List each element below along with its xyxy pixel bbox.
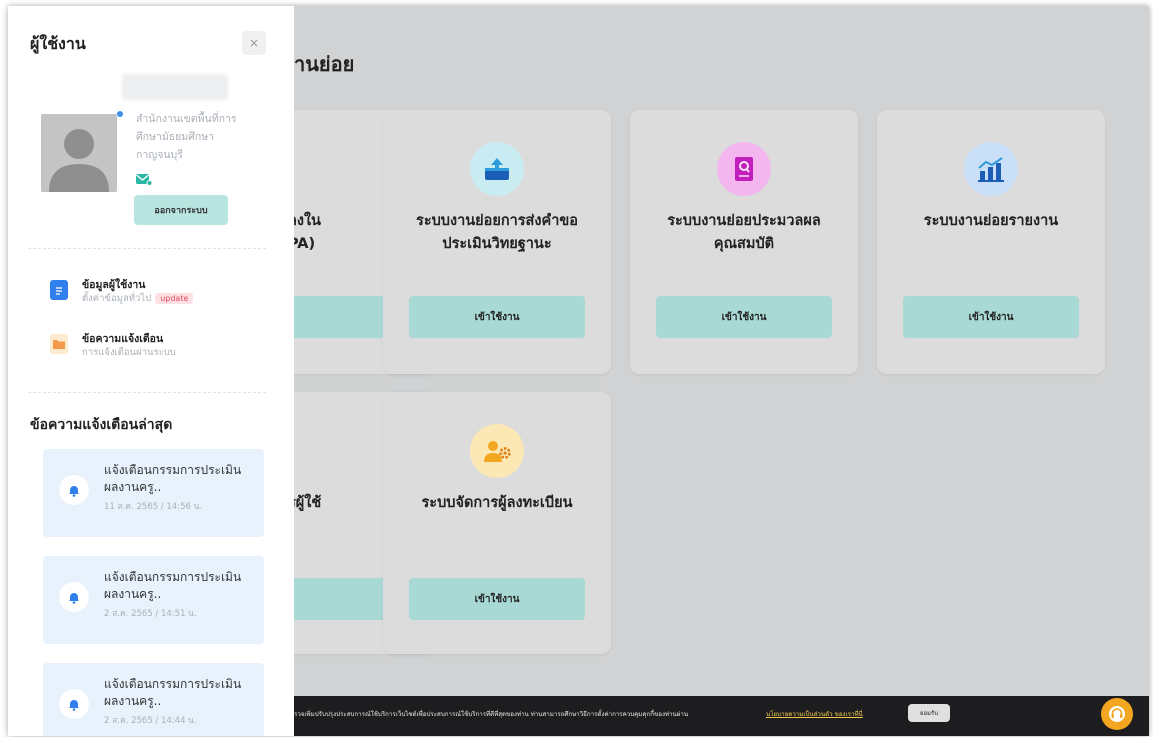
close-icon[interactable]: × bbox=[242, 31, 266, 55]
latest-notifications-title: ข้อความแจ้งเตือนล่าสุด bbox=[30, 417, 173, 433]
notification-line1: แจ้งเตือนกรรมการประเมิน bbox=[104, 463, 242, 477]
accept-cookies-button[interactable]: ยอมรับ bbox=[908, 704, 950, 722]
user-name-blurred bbox=[122, 74, 228, 100]
avatar bbox=[41, 114, 117, 192]
organization-name: สำนักงานเขตพื้นที่การ ศึกษามัธยมศึกษา กา… bbox=[136, 110, 254, 164]
user-gear-icon bbox=[470, 424, 524, 478]
notification-date: 2 ส.ค. 2565 / 14:44 น. bbox=[104, 716, 197, 726]
module-card-registrant: ระบบจัดการผู้ลงทะเบียน เข้าใช้งาน bbox=[383, 392, 611, 654]
notification-text: แจ้งเตือนกรรมการประเมิน ผลงานครู.. bbox=[104, 462, 254, 496]
divider bbox=[28, 392, 266, 393]
notification-line1: แจ้งเตือนกรรมการประเมิน bbox=[104, 677, 242, 691]
online-status-dot bbox=[117, 111, 123, 117]
card-title: ระบบงานย่อยการส่งคำขอ ประเมินวิทยฐานะ bbox=[391, 210, 603, 256]
bell-icon bbox=[59, 582, 89, 612]
card-title-line1: ระบบจัดการผู้ลงทะเบียน bbox=[421, 495, 573, 511]
bell-icon bbox=[59, 475, 89, 505]
page-title: านย่อย bbox=[294, 52, 355, 76]
notification-item[interactable]: แจ้งเตือนกรรมการประเมิน ผลงานครู.. 2 ส.ค… bbox=[43, 556, 264, 644]
module-card-qualification: ระบบงานย่อยประมวลผล คุณสมบัติ เข้าใช้งาน bbox=[630, 110, 858, 374]
notification-date: 2 ส.ค. 2565 / 14:51 น. bbox=[104, 609, 197, 619]
document-icon bbox=[50, 280, 68, 300]
user-side-panel: ผู้ใช้งาน × สำนักงานเขตพื้นที่การ ศึกษาม… bbox=[8, 6, 294, 736]
card-title: ระบบงานย่อยประมวลผล คุณสมบัติ bbox=[638, 210, 850, 256]
notification-line2: ผลงานครู.. bbox=[104, 587, 162, 601]
card-title-line1: ระบบงานย่อยรายงาน bbox=[923, 213, 1059, 229]
headset-icon bbox=[1109, 706, 1125, 722]
card-title: ระบบงานย่อยรายงาน bbox=[885, 210, 1097, 233]
update-badge: update bbox=[155, 293, 194, 304]
org-line2: ศึกษามัธยมศึกษา bbox=[136, 131, 215, 143]
notification-item[interactable]: แจ้งเตือนกรรมการประเมิน ผลงานครู.. 2 ส.ค… bbox=[43, 663, 264, 736]
folder-icon bbox=[50, 334, 68, 354]
module-card-submit-request: ระบบงานย่อยการส่งคำขอ ประเมินวิทยฐานะ เข… bbox=[383, 110, 611, 374]
card-title-line1: ระบบงานย่อยประมวลผล bbox=[667, 213, 821, 229]
notification-line2: ผลงานครู.. bbox=[104, 480, 162, 494]
notification-date: 11 ส.ค. 2565 / 14:56 น. bbox=[104, 502, 203, 512]
mail-icon[interactable] bbox=[136, 171, 153, 190]
enter-button[interactable]: เข้าใช้งาน bbox=[409, 296, 585, 338]
privacy-policy-link[interactable]: นโยบายความเป็นส่วนตัว ของเราที่นี่ bbox=[766, 709, 863, 719]
document-search-icon bbox=[717, 142, 771, 196]
card-title: ระบบจัดการผู้ลงทะเบียน bbox=[391, 492, 603, 515]
report-chart-icon bbox=[964, 142, 1018, 196]
card-title-line2: คุณสมบัติ bbox=[713, 236, 775, 252]
menu-item-subtitle: การแจ้งเตือนผ่านระบบ bbox=[82, 347, 176, 358]
notification-line2: ผลงานครู.. bbox=[104, 694, 162, 708]
org-line3: กาญจนบุรี bbox=[136, 149, 183, 161]
menu-item-subtitle: ตั้งค่าข้อมูลทั่วไป update bbox=[82, 291, 194, 306]
notification-text: แจ้งเตือนกรรมการประเมิน ผลงานครู.. bbox=[104, 569, 254, 603]
logout-button[interactable]: ออกจากระบบ bbox=[134, 195, 228, 225]
enter-button[interactable]: เข้าใช้งาน bbox=[656, 296, 832, 338]
upload-box-icon bbox=[470, 142, 524, 196]
enter-button[interactable]: เข้าใช้งาน bbox=[903, 296, 1079, 338]
org-line1: สำนักงานเขตพื้นที่การ bbox=[136, 113, 237, 125]
cookie-text: รวจเพิ่มปรับปรุงประสบการณ์ใช้บริการเว็บไ… bbox=[294, 711, 689, 718]
card-title-line2: ประเมินวิทยฐานะ bbox=[442, 236, 552, 252]
notification-text: แจ้งเตือนกรรมการประเมิน ผลงานครู.. bbox=[104, 676, 254, 710]
card-title-line1: ระบบงานย่อยการส่งคำขอ bbox=[416, 213, 578, 229]
menu-item-subtitle-text: ตั้งค่าข้อมูลทั่วไป bbox=[82, 293, 152, 304]
bell-icon bbox=[59, 689, 89, 719]
notification-line1: แจ้งเตือนกรรมการประเมิน bbox=[104, 570, 242, 584]
enter-button[interactable]: เข้าใช้งาน bbox=[409, 578, 585, 620]
app-window: านย่อย ลงใน PA) ระบบงานย่อยการส่งคำขอ ปร… bbox=[8, 6, 1149, 736]
help-chat-button[interactable] bbox=[1101, 698, 1133, 730]
panel-title: ผู้ใช้งาน bbox=[30, 34, 86, 53]
user-placeholder-icon bbox=[41, 114, 117, 192]
notification-item[interactable]: แจ้งเตือนกรรมการประเมิน ผลงานครู.. 11 ส.… bbox=[43, 449, 264, 537]
divider bbox=[28, 248, 266, 249]
module-card-report: ระบบงานย่อยรายงาน เข้าใช้งาน bbox=[877, 110, 1105, 374]
